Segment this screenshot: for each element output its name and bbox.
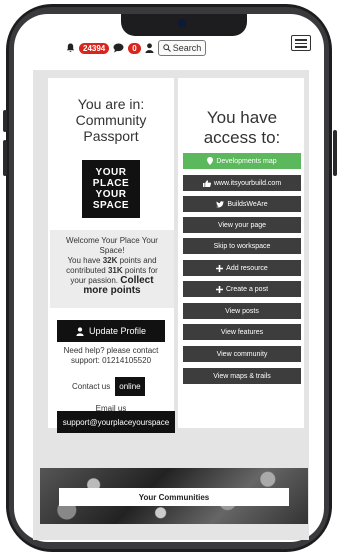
button-label: View your page [217,221,267,229]
phone-notch [121,14,247,36]
messages-badge[interactable]: 0 [128,42,141,54]
search-label: Search [172,43,202,53]
heading-line: You have [206,108,278,127]
thumbs-up-icon [202,179,211,187]
logo-text: PLACE [92,178,130,189]
welcome-text: Welcome Your Place Your [66,236,158,245]
button-label: View community [216,350,268,358]
your-communities-button[interactable]: Your Communities [59,488,289,506]
twitter-bird-icon [216,200,225,207]
camera-icon [178,19,186,27]
points-value: 32K [102,256,118,265]
view-features-button[interactable]: View features [183,324,301,340]
developments-map-button[interactable]: Developments map [183,153,301,169]
side-button [3,110,7,132]
welcome-box: Welcome Your Place Your Space! You have … [50,230,174,308]
button-label: View maps & trails [213,372,271,380]
view-maps-trails-button[interactable]: View maps & trails [183,368,301,384]
update-profile-button[interactable]: Update Profile [57,320,165,342]
contrib-value: 31K [107,266,123,275]
email-support-button[interactable]: support@yourplaceyourspace [57,411,175,433]
welcome-text: Space! [99,246,125,255]
online-chat-button[interactable]: online [115,377,145,396]
view-posts-button[interactable]: View posts [183,303,301,319]
logo-text: YOUR [95,189,127,200]
access-heading: You have access to: [178,108,306,148]
search-icon [163,44,171,52]
help-text: Need help? please contact support: 01214… [48,346,174,366]
support-phone: support: 01214105520 [70,356,152,365]
buildsweare-link-button[interactable]: BuildsWeAre [183,196,301,212]
user-icon [76,326,84,336]
side-button [333,130,337,176]
chat-icon[interactable] [113,43,124,53]
add-resource-button[interactable]: Add resource [183,260,301,276]
view-community-button[interactable]: View community [183,346,301,362]
heading-line: Community [75,112,147,128]
contact-row: Contact us online [72,377,145,396]
notifications-badge[interactable]: 24394 [79,42,110,54]
plus-icon [216,264,224,272]
points-text: You have 32K points and [67,256,157,265]
logo-text: YOUR [95,167,127,178]
view-your-page-button[interactable]: View your page [183,217,301,233]
update-profile-label: Update Profile [88,326,147,336]
heading-line: Passport [83,128,139,144]
hamburger-menu-button[interactable] [291,35,311,51]
button-label: Developments map [216,157,277,165]
side-button [3,140,7,176]
button-label: Skip to workspace [213,242,271,250]
plus-icon [215,285,223,293]
contrib-text: contributed 31K points for [66,266,158,275]
help-line: Need help? please contact [63,346,159,355]
header-icons: 24394 0 Search [66,40,207,56]
community-heading: You are in: Community Passport [48,96,174,144]
button-label: View features [220,328,264,336]
heading-line: access to: [203,128,281,147]
button-label: BuildsWeAre [227,200,268,208]
button-label: Create a post [225,285,269,293]
button-label: View posts [225,307,259,315]
map-marker-icon [207,157,214,165]
skip-to-workspace-button[interactable]: Skip to workspace [183,238,301,254]
contact-label: Contact us [72,382,111,391]
bell-icon[interactable] [66,43,75,53]
user-icon[interactable] [145,43,154,53]
community-logo: YOUR PLACE YOUR SPACE [82,160,140,218]
button-label: Add resource [226,264,268,272]
button-label: www.itsyourbuild.com [213,179,282,187]
heading-line: You are in: [77,96,145,112]
collect-points-link[interactable]: more points [50,286,174,296]
search-button[interactable]: Search [157,40,207,56]
create-post-button[interactable]: Create a post [183,281,301,297]
itsyourbuild-link-button[interactable]: www.itsyourbuild.com [183,175,301,191]
logo-text: SPACE [92,200,130,211]
